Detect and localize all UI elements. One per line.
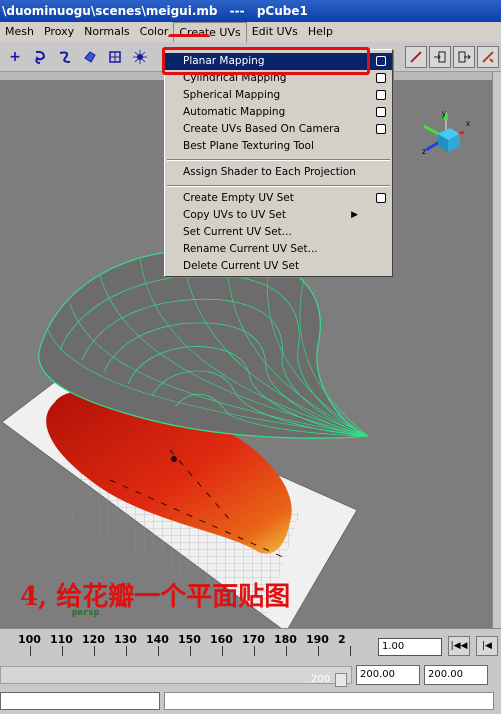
title-separator: --- [229, 4, 245, 18]
range-handle[interactable] [335, 673, 347, 687]
menu-item-rename-uv-set[interactable]: Rename Current UV Set... [165, 241, 392, 258]
lasso-icon[interactable] [29, 46, 51, 68]
option-box-icon[interactable] [376, 107, 386, 117]
menu-normals[interactable]: Normals [79, 22, 135, 42]
timeline-tick-label: 160 [210, 633, 233, 646]
timeline-tick-label: 130 [114, 633, 137, 646]
option-box-icon[interactable] [376, 193, 386, 203]
option-box-icon[interactable] [376, 90, 386, 100]
submenu-arrow-icon: ▶ [351, 210, 358, 220]
toolbar-right-group [405, 46, 501, 68]
menu-proxy[interactable]: Proxy [39, 22, 79, 42]
paint-icon[interactable] [79, 46, 101, 68]
annotation-highlight-box [162, 47, 370, 75]
import-icon[interactable] [429, 46, 451, 68]
right-side-panel [492, 72, 501, 632]
sparkle-icon[interactable] [129, 46, 151, 68]
grid-icon[interactable] [104, 46, 126, 68]
timeline-tick-label: 110 [50, 633, 73, 646]
timeline-tick-label: 170 [242, 633, 265, 646]
range-end-label: 200 [311, 674, 331, 685]
create-uvs-menu: Planar Mapping Cylindrical Mapping Spher… [164, 49, 393, 277]
pin-icon[interactable] [405, 46, 427, 68]
menu-item-create-uvs-camera[interactable]: Create UVs Based On Camera [165, 121, 392, 138]
tutorial-caption: 4, 给花瓣一个平面贴图 [20, 582, 291, 612]
range-end-field[interactable]: 200.00 [424, 665, 488, 685]
settings-icon[interactable] [477, 46, 499, 68]
annotation-underline [168, 34, 210, 40]
menu-item-set-current-uv-set[interactable]: Set Current UV Set... [165, 224, 392, 241]
step-back-icon[interactable]: |◀ [476, 636, 498, 656]
range-start-field[interactable]: 200.00 [356, 665, 420, 685]
menu-item-automatic-mapping[interactable]: Automatic Mapping [165, 104, 392, 121]
menu-help[interactable]: Help [303, 22, 338, 42]
command-feedback-field [164, 692, 494, 710]
option-box-icon[interactable] [376, 56, 386, 66]
command-line-input[interactable] [0, 692, 160, 710]
menu-mesh[interactable]: Mesh [0, 22, 39, 42]
timeline-tick-label: 120 [82, 633, 105, 646]
menu-bar: Mesh Proxy Normals Color Create UVs Edit… [0, 21, 501, 43]
option-box-icon[interactable] [376, 73, 386, 83]
curve-icon[interactable] [54, 46, 76, 68]
gizmo-axis-y: y [442, 109, 446, 118]
menu-edit-uvs[interactable]: Edit UVs [247, 22, 303, 42]
menu-separator [165, 181, 392, 190]
window-title-bar: \duominuogu\scenes\meigui.mb --- pCube1 [0, 0, 501, 22]
menu-item-delete-uv-set[interactable]: Delete Current UV Set [165, 258, 392, 275]
menu-item-best-plane[interactable]: Best Plane Texturing Tool [165, 138, 392, 155]
command-line-row [0, 690, 501, 714]
menu-item-spherical-mapping[interactable]: Spherical Mapping [165, 87, 392, 104]
menu-color[interactable]: Color [135, 22, 174, 42]
option-box-icon[interactable] [376, 124, 386, 134]
timeline-tick-label: 150 [178, 633, 201, 646]
gizmo-axis-x: x [466, 119, 470, 128]
timeline-tick-label: 180 [274, 633, 297, 646]
export-icon[interactable] [453, 46, 475, 68]
gizmo-axis-z: z [422, 147, 426, 156]
menu-item-copy-uvs[interactable]: Copy UVs to UV Set ▶ [165, 207, 392, 224]
menu-item-create-empty-uv-set[interactable]: Create Empty UV Set [165, 190, 392, 207]
menu-item-assign-shader[interactable]: Assign Shader to Each Projection [165, 164, 392, 181]
timeline-tick-label: 100 [18, 633, 41, 646]
range-slider[interactable]: 200 [0, 666, 352, 687]
camera-label: persp [72, 608, 100, 618]
timeline-tick-label: 2 [338, 633, 346, 646]
timeline-tick-label: 140 [146, 633, 169, 646]
window-object-name: pCube1 [256, 4, 308, 18]
view-cube-gizmo[interactable] [423, 112, 465, 152]
window-path: \duominuogu\scenes\meigui.mb [2, 4, 218, 18]
menu-separator [165, 155, 392, 164]
plus-icon[interactable]: + [4, 46, 26, 68]
go-to-start-icon[interactable]: |◀◀ [448, 636, 470, 656]
timeline-tick-label: 190 [306, 633, 329, 646]
current-time-field[interactable]: 1.00 [378, 638, 442, 656]
